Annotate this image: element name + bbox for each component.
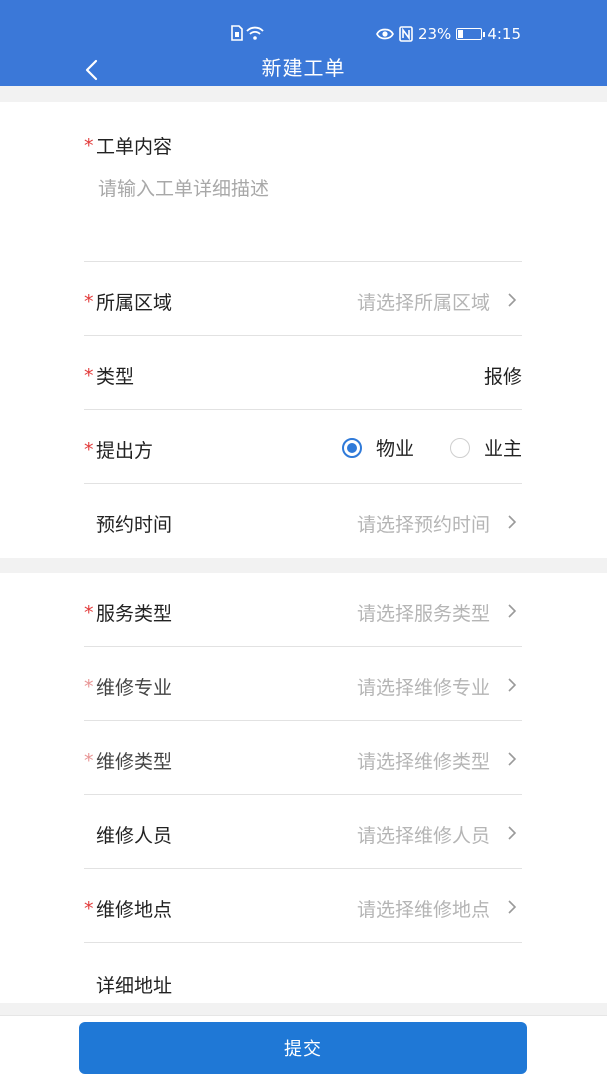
repair-type-label: * 维修类型 [84, 749, 173, 774]
radio-checked-icon [341, 437, 362, 458]
page-title: 新建工单 [261, 56, 346, 80]
eye-icon [376, 28, 394, 40]
required-asterisk: * [84, 601, 94, 624]
description-field[interactable]: * 工单内容 请输入工单详细描述 [84, 102, 522, 262]
radio-property[interactable]: 物业 [341, 434, 414, 461]
repair-specialty-label: * 维修专业 [84, 675, 173, 700]
service-type-label: * 服务类型 [84, 601, 173, 626]
chevron-right-icon [508, 678, 517, 692]
service-type-select[interactable]: * 服务类型 请选择服务类型 [84, 573, 522, 647]
repair-type-placeholder: 请选择维修类型 [356, 751, 490, 773]
chevron-right-icon [508, 826, 517, 840]
required-asterisk: * [84, 749, 94, 772]
status-bar: 23% 4:15 [0, 22, 607, 52]
repair-type-select[interactable]: * 维修类型 请选择维修类型 [84, 721, 522, 795]
repair-person-placeholder: 请选择维修人员 [356, 825, 490, 847]
status-icons-left [230, 25, 264, 41]
chevron-right-icon [508, 900, 517, 914]
repair-person-select[interactable]: 维修人员 请选择维修人员 [84, 795, 522, 869]
chevron-right-icon [508, 515, 517, 529]
appointment-label: 预约时间 [96, 514, 173, 536]
chevron-right-icon [508, 604, 517, 618]
type-value: 报修 [483, 366, 522, 388]
required-asterisk: * [84, 364, 94, 387]
repair-location-label: * 维修地点 [84, 897, 173, 922]
chevron-right-icon [508, 752, 517, 766]
detail-address-label: 详细地址 [96, 975, 173, 997]
description-input[interactable]: 请输入工单详细描述 [98, 174, 269, 201]
required-asterisk: * [84, 438, 94, 461]
wifi-icon [246, 26, 264, 40]
status-icons-right: 23% 4:15 [376, 25, 521, 43]
battery-icon [456, 28, 486, 40]
required-asterisk: * [84, 134, 94, 157]
sim-card-icon [231, 25, 243, 41]
form-section-service: * 服务类型 请选择服务类型 * 维修专业 请选择维修专业 * 维修类型 请选择维修类… [0, 573, 607, 1003]
chevron-right-icon [508, 293, 517, 307]
repair-location-placeholder: 请选择维修地点 [356, 899, 490, 921]
radio-owner[interactable]: 业主 [449, 434, 522, 461]
appointment-select[interactable]: 预约时间 请选择预约时间 [84, 484, 522, 558]
form-section-basic: * 工单内容 请输入工单详细描述 * 所属区域 请选择所属区域 * 类型 报修 * 提出… [0, 102, 607, 558]
submit-button[interactable]: 提交 [79, 1022, 527, 1074]
type-row: * 类型 报修 [84, 336, 522, 410]
nfc-icon [399, 26, 413, 42]
description-label: * 工单内容 [84, 134, 173, 159]
footer-bar: 提交 [0, 1015, 607, 1080]
detail-address-field[interactable]: 详细地址 [84, 943, 522, 1017]
submitter-row: * 提出方 物业 业主 [84, 410, 522, 484]
submitter-radio-group: 物业 业主 [341, 434, 522, 461]
service-type-placeholder: 请选择服务类型 [356, 603, 490, 625]
appointment-placeholder: 请选择预约时间 [356, 514, 490, 536]
clock: 4:15 [487, 25, 521, 43]
required-asterisk: * [84, 897, 94, 920]
area-select[interactable]: * 所属区域 请选择所属区域 [84, 262, 522, 336]
submitter-label: * 提出方 [84, 438, 154, 463]
battery-percent: 23% [417, 25, 452, 43]
area-placeholder: 请选择所属区域 [356, 292, 490, 314]
repair-location-select[interactable]: * 维修地点 请选择维修地点 [84, 869, 522, 943]
radio-unchecked-icon [449, 437, 470, 458]
repair-specialty-placeholder: 请选择维修专业 [356, 677, 490, 699]
required-asterisk: * [84, 675, 94, 698]
required-asterisk: * [84, 290, 94, 313]
repair-person-label: 维修人员 [96, 825, 173, 847]
area-label: * 所属区域 [84, 290, 173, 315]
repair-specialty-select[interactable]: * 维修专业 请选择维修专业 [84, 647, 522, 721]
type-label: * 类型 [84, 364, 135, 389]
app-header: 23% 4:15 新建工单 [0, 0, 607, 86]
battery-fill [458, 30, 464, 38]
